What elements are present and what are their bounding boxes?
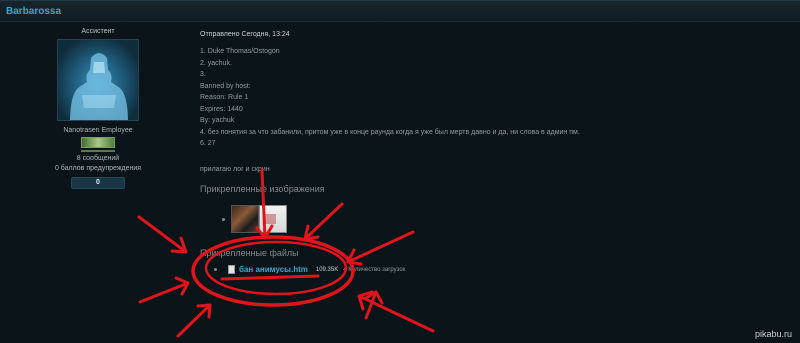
attached-image-thumb[interactable] bbox=[259, 205, 287, 233]
watermark: pikabu.ru bbox=[754, 329, 792, 339]
red-arrow-annotation bbox=[176, 303, 212, 338]
user-title: Nanotrasen Employee bbox=[63, 127, 133, 134]
message-count[interactable]: 8 сообщений bbox=[44, 155, 152, 162]
post-date: Отправлено Сегодня, 13:24 bbox=[200, 31, 290, 38]
html-file-icon bbox=[228, 265, 235, 274]
post-line: 3. bbox=[200, 71, 206, 78]
user-role: Ассистент bbox=[81, 28, 115, 35]
post-line: 4. без понятия за что забанили, притом у… bbox=[200, 128, 580, 136]
red-arrow-annotation bbox=[346, 230, 415, 266]
bullet-icon bbox=[222, 217, 225, 221]
red-arrow-annotation bbox=[364, 290, 384, 320]
post-line: 6. 27 bbox=[200, 140, 216, 147]
attached-images-list bbox=[222, 205, 287, 233]
red-arrow-annotation bbox=[137, 215, 188, 254]
attached-file-link[interactable]: бан анимусы.htm bbox=[239, 265, 308, 274]
warning-points: 0 баллов предупреждения bbox=[54, 165, 142, 172]
attached-image-thumb[interactable] bbox=[231, 205, 259, 233]
rank-underline bbox=[81, 150, 115, 152]
post-line: Expires: 1440 bbox=[200, 105, 243, 113]
user-info-panel: Ассистент Nanotrasen Employee 8 сообщени… bbox=[44, 28, 152, 189]
post-line: By: yachuk bbox=[200, 117, 235, 124]
reputation-badge: 0 bbox=[71, 177, 125, 189]
red-arrow-annotation bbox=[138, 276, 190, 304]
red-arrow-annotation bbox=[303, 202, 344, 241]
rank-image bbox=[81, 137, 115, 148]
attach-note: прилагаю лог и скрин bbox=[200, 165, 270, 173]
post-line: 1. Duke Thomas/Ostogon bbox=[200, 48, 280, 55]
post-line: 2. yachuk. bbox=[200, 59, 232, 67]
attached-images-title: Прикрепленные изображения bbox=[200, 183, 325, 194]
post-line: Banned by host: bbox=[200, 82, 251, 90]
file-size: 109.35K bbox=[315, 266, 339, 273]
bullet-icon bbox=[214, 268, 217, 271]
attached-file-row: бан анимусы.htm 109.35K 4 Количество заг… bbox=[214, 265, 405, 274]
post-content: Отправлено Сегодня, 13:24 1. Duke Thomas… bbox=[200, 31, 780, 274]
red-underline-annotation bbox=[220, 274, 320, 281]
avatar[interactable] bbox=[57, 39, 139, 121]
file-downloads: 4 Количество загрузок bbox=[343, 266, 406, 273]
red-arrow-annotation bbox=[357, 290, 435, 333]
attached-files-title: Прикрепленные файлы bbox=[200, 248, 299, 258]
post-author-link[interactable]: Barbarossa bbox=[6, 6, 61, 17]
post-line: Reason: Rule 1 bbox=[200, 94, 249, 101]
post-header: Barbarossa bbox=[0, 0, 800, 22]
post-body: 1. Duke Thomas/Ostogon 2. yachuk. 3. Ban… bbox=[200, 46, 780, 150]
